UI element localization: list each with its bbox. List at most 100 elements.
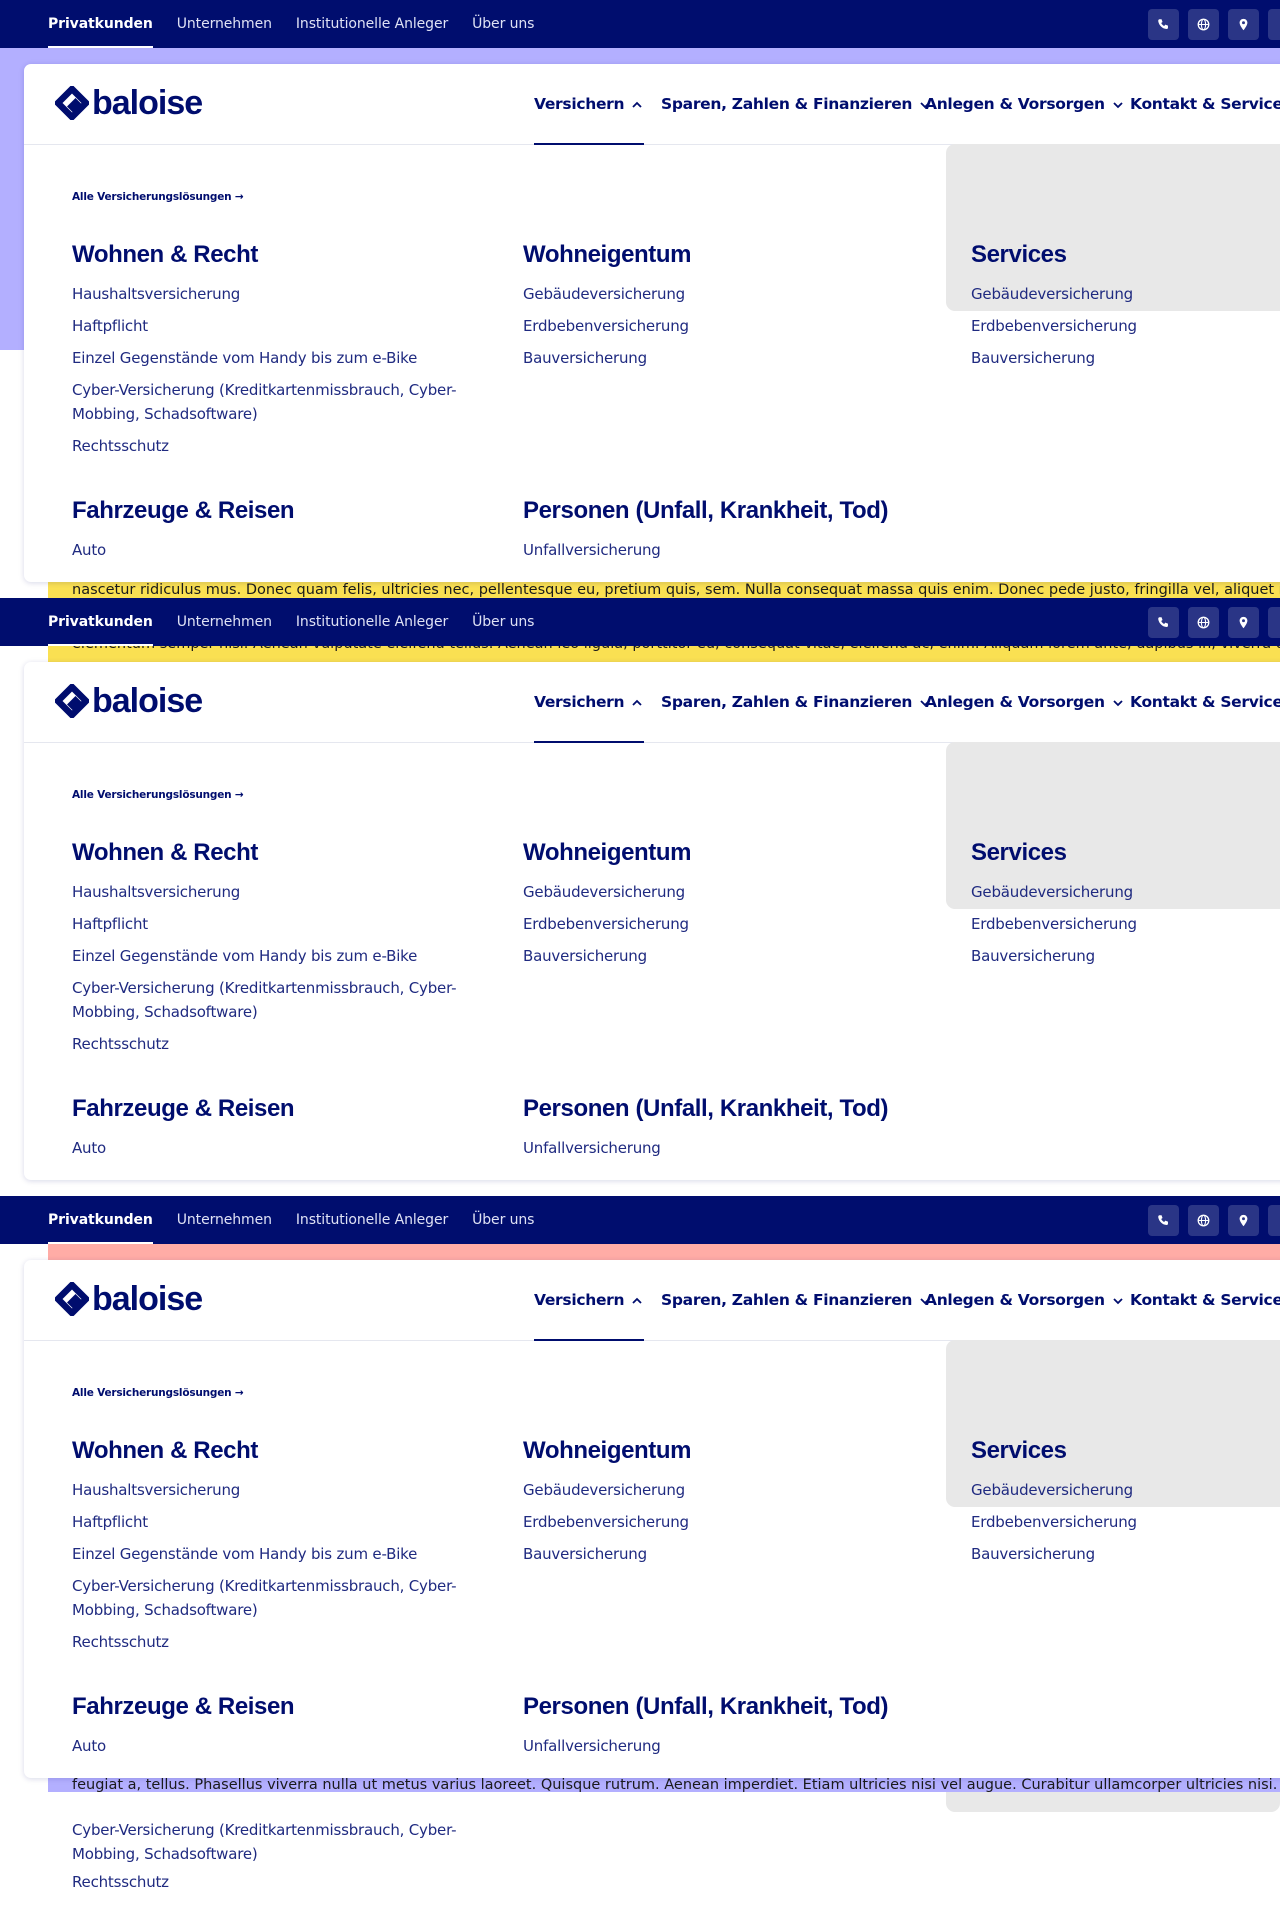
menu-link[interactable]: Bauversicherung [523, 944, 647, 968]
baloise-logo[interactable]: baloise [55, 86, 203, 120]
segment-unternehmen[interactable]: Unternehmen [177, 0, 272, 48]
menu-link[interactable]: Erdbebenversicherung [971, 1510, 1137, 1534]
nav-kontakt[interactable]: Kontakt & Services [1130, 662, 1280, 742]
menu-link[interactable]: Cyber-Versicherung (Kreditkartenmissbrau… [72, 1574, 472, 1622]
services-title: Services [971, 241, 1067, 268]
utility-icons [1148, 9, 1280, 40]
nav-kontakt-label: Kontakt & Services [1130, 1291, 1280, 1309]
menu-link[interactable]: Rechtsschutz [72, 1870, 169, 1894]
segment-unternehmen[interactable]: Unternehmen [177, 1196, 272, 1244]
segment-privatkunden[interactable]: Privatkunden [48, 0, 153, 48]
nav-versichern[interactable]: Versichern [534, 662, 645, 743]
nav-anlegen[interactable]: Anlegen & Vorsorgen [925, 1260, 1125, 1340]
location-button[interactable] [1228, 9, 1259, 40]
baloise-logo[interactable]: baloise [55, 684, 203, 718]
menu-link[interactable]: Gebäudeversicherung [523, 282, 685, 306]
wohneigentum-title: Wohneigentum [523, 839, 692, 866]
menu-link[interactable]: Auto [72, 538, 106, 562]
nav-anlegen[interactable]: Anlegen & Vorsorgen [925, 662, 1125, 742]
logo-icon [55, 86, 89, 120]
segment-institutionelle-anleger[interactable]: Institutionelle Anleger [296, 598, 448, 646]
logo-icon [55, 684, 89, 718]
all-insurance-link[interactable]: Alle Versicherungslösungen → [72, 789, 244, 801]
phone-button[interactable] [1148, 607, 1179, 638]
menu-link[interactable]: Rechtsschutz [72, 434, 169, 458]
nav-anlegen[interactable]: Anlegen & Vorsorgen [925, 64, 1125, 144]
menu-link[interactable]: Bauversicherung [523, 1542, 647, 1566]
menu-link[interactable]: Einzel Gegenstände vom Handy bis zum e-B… [72, 346, 417, 370]
language-button[interactable] [1188, 9, 1219, 40]
menu-link[interactable]: Haushaltsversicherung [72, 1478, 240, 1502]
phone-button[interactable] [1148, 1205, 1179, 1236]
menu-link[interactable]: Haftpflicht [72, 314, 148, 338]
menu-link[interactable]: Bauversicherung [523, 346, 647, 370]
wohnen-title: Wohnen & Recht [72, 839, 258, 866]
all-insurance-link[interactable]: Alle Versicherungslösungen → [72, 1387, 244, 1399]
nav-kontakt[interactable]: Kontakt & Services [1130, 1260, 1280, 1340]
location-button[interactable] [1228, 1205, 1259, 1236]
nav-kontakt-label: Kontakt & Services [1130, 95, 1280, 113]
nav-sparen[interactable]: Sparen, Zahlen & Finanzieren [661, 1260, 932, 1340]
globe-icon [1197, 1214, 1210, 1227]
more-button[interactable] [1268, 1205, 1280, 1236]
menu-link[interactable]: Einzel Gegenstände vom Handy bis zum e-B… [72, 944, 417, 968]
menu-link[interactable]: Gebäudeversicherung [971, 1478, 1133, 1502]
menu-link[interactable]: Haushaltsversicherung [72, 282, 240, 306]
menu-link[interactable]: Einzel Gegenstände vom Handy bis zum e-B… [72, 1542, 417, 1566]
phone-button[interactable] [1148, 9, 1179, 40]
menu-link[interactable]: Gebäudeversicherung [971, 282, 1133, 306]
menu-link[interactable]: Gebäudeversicherung [523, 1478, 685, 1502]
segment-institutionelle-anleger[interactable]: Institutionelle Anleger [296, 0, 448, 48]
segment-ueber-uns[interactable]: Über uns [472, 598, 534, 646]
language-button[interactable] [1188, 607, 1219, 638]
nav-kontakt-label: Kontakt & Services [1130, 693, 1280, 711]
baloise-logo[interactable]: baloise [55, 1282, 203, 1316]
menu-link[interactable]: Erdbebenversicherung [523, 1510, 689, 1534]
menu-link[interactable]: Gebäudeversicherung [971, 880, 1133, 904]
main-navigation: baloise Versichern Sparen, Zahlen & Fina… [24, 1260, 1280, 1341]
menu-link[interactable]: Bauversicherung [971, 346, 1095, 370]
menu-link[interactable]: Erdbebenversicherung [971, 912, 1137, 936]
chevron-down-icon [1113, 699, 1123, 706]
menu-link[interactable]: Erdbebenversicherung [523, 912, 689, 936]
nav-sparen[interactable]: Sparen, Zahlen & Finanzieren [661, 64, 932, 144]
more-button[interactable] [1268, 9, 1280, 40]
menu-link[interactable]: Auto [72, 1136, 106, 1160]
menu-link[interactable]: Cyber-Versicherung (Kreditkartenmissbrau… [72, 1818, 472, 1866]
menu-link[interactable]: Gebäudeversicherung [523, 880, 685, 904]
segment-privatkunden[interactable]: Privatkunden [48, 1196, 153, 1244]
more-button[interactable] [1268, 607, 1280, 638]
segment-ueber-uns[interactable]: Über uns [472, 0, 534, 48]
all-insurance-link[interactable]: Alle Versicherungslösungen → [72, 191, 244, 203]
segment-privatkunden[interactable]: Privatkunden [48, 598, 153, 646]
nav-sparen-label: Sparen, Zahlen & Finanzieren [661, 693, 913, 711]
menu-link[interactable]: Haftpflicht [72, 912, 148, 936]
menu-link[interactable]: Bauversicherung [971, 944, 1095, 968]
segment-ueber-uns[interactable]: Über uns [472, 1196, 534, 1244]
nav-sparen[interactable]: Sparen, Zahlen & Finanzieren [661, 662, 932, 742]
chevron-down-icon [1113, 101, 1123, 108]
menu-link[interactable]: Auto [72, 1734, 106, 1758]
menu-link[interactable]: Unfallversicherung [523, 538, 661, 562]
menu-link[interactable]: Haushaltsversicherung [72, 880, 240, 904]
nav-anlegen-label: Anlegen & Vorsorgen [925, 1291, 1105, 1309]
menu-link[interactable]: Haftpflicht [72, 1510, 148, 1534]
menu-link[interactable]: Unfallversicherung [523, 1136, 661, 1160]
menu-link[interactable]: Bauversicherung [971, 1542, 1095, 1566]
nav-versichern[interactable]: Versichern [534, 64, 645, 145]
nav-kontakt[interactable]: Kontakt & Services [1130, 64, 1280, 144]
menu-link[interactable]: Erdbebenversicherung [971, 314, 1137, 338]
language-button[interactable] [1188, 1205, 1219, 1236]
menu-link[interactable]: Unfallversicherung [523, 1734, 661, 1758]
menu-link[interactable]: Cyber-Versicherung (Kreditkartenmissbrau… [72, 976, 472, 1024]
segment-institutionelle-anleger[interactable]: Institutionelle Anleger [296, 1196, 448, 1244]
nav-versichern[interactable]: Versichern [534, 1260, 645, 1341]
menu-link[interactable]: Erdbebenversicherung [523, 314, 689, 338]
header-menu-card: baloise Versichern Sparen, Zahlen & Fina… [24, 662, 1280, 1180]
menu-link[interactable]: Rechtsschutz [72, 1630, 169, 1654]
menu-link[interactable]: Cyber-Versicherung (Kreditkartenmissbrau… [72, 378, 472, 426]
segment-unternehmen[interactable]: Unternehmen [177, 598, 272, 646]
location-button[interactable] [1228, 607, 1259, 638]
phone-icon [1158, 617, 1168, 627]
menu-link[interactable]: Rechtsschutz [72, 1032, 169, 1056]
